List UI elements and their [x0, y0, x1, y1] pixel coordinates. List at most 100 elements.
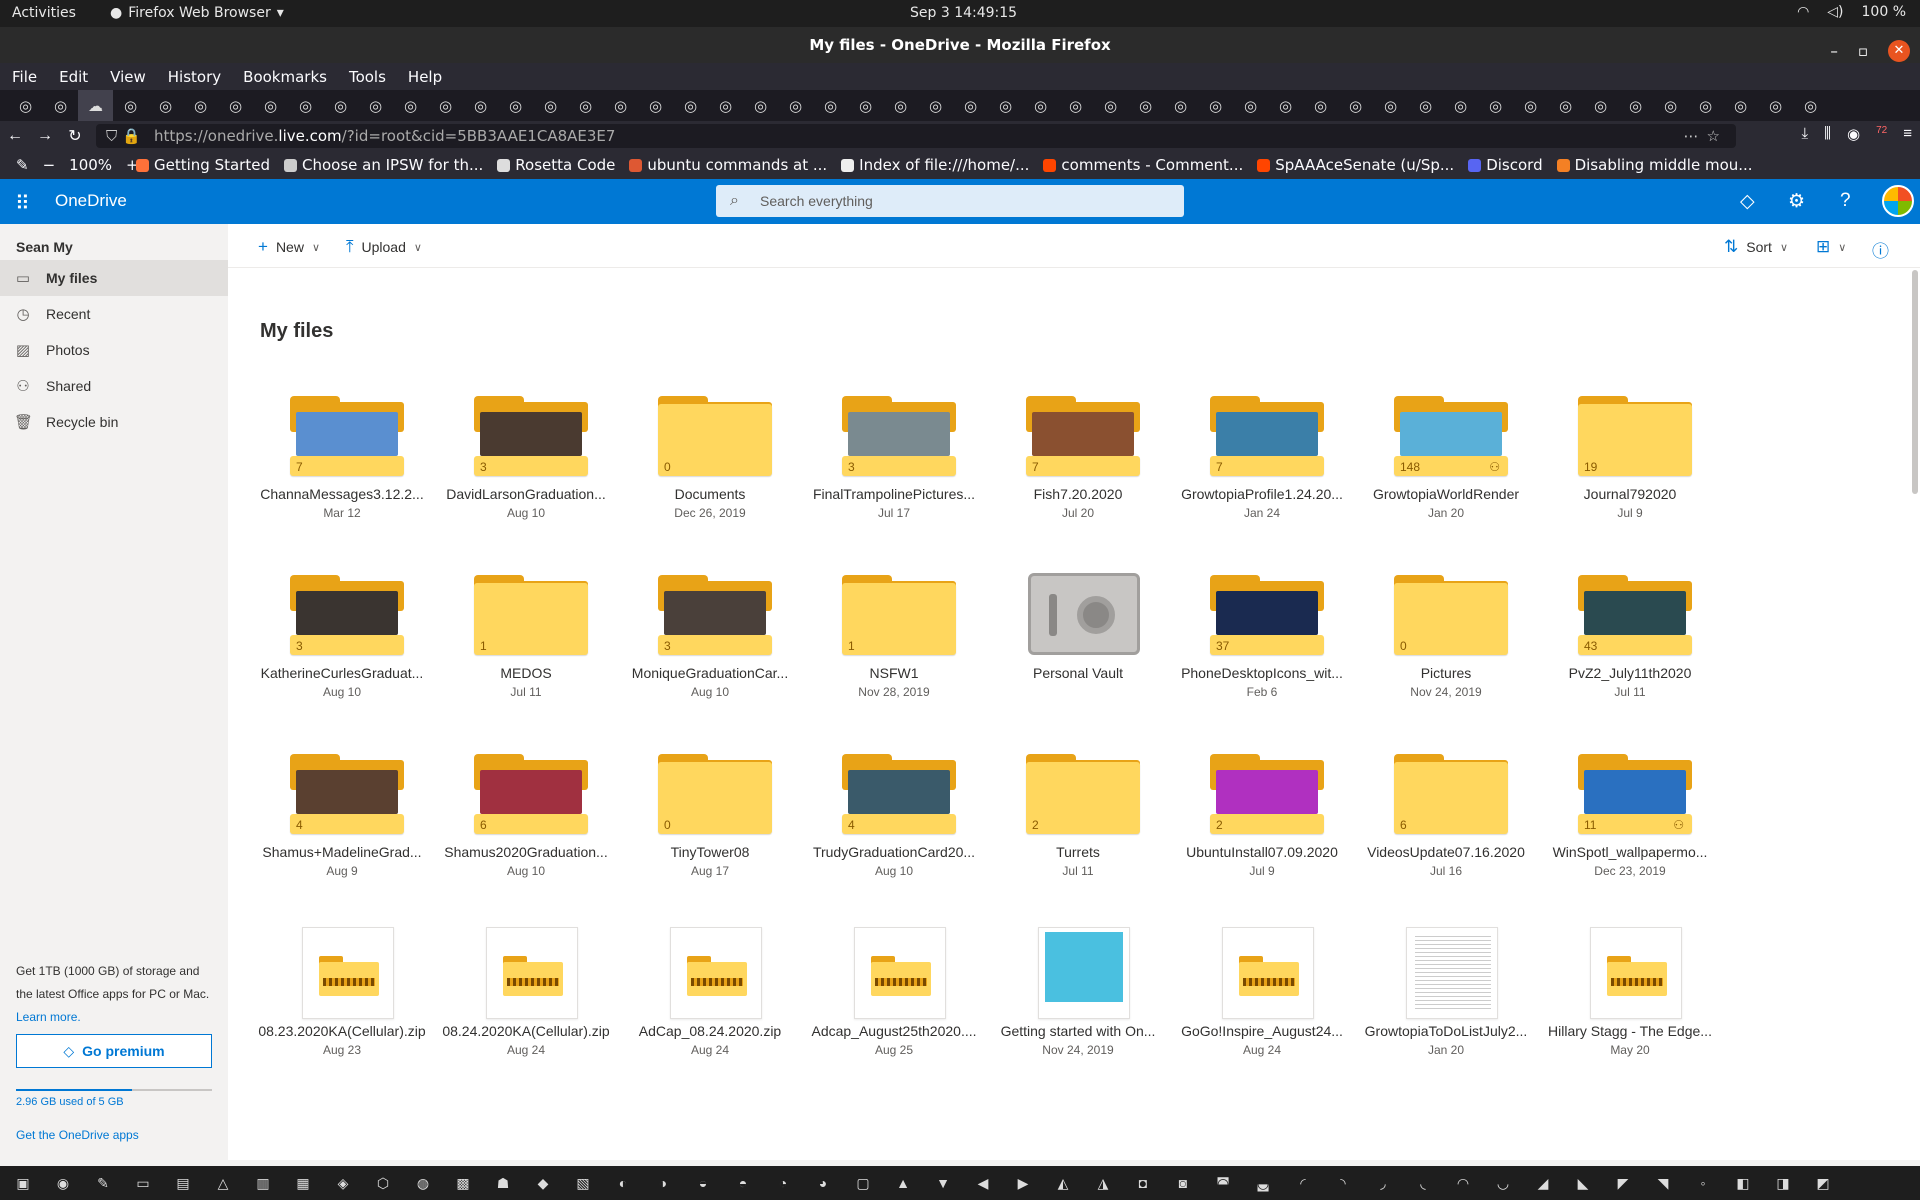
item-name[interactable]: GoGo!Inspire_August24... — [1176, 1023, 1348, 1039]
browser-tab-icon[interactable]: ◎ — [43, 90, 78, 121]
menu-bookmarks[interactable]: Bookmarks — [243, 68, 327, 86]
taskbar-app-icon[interactable]: ◭ — [1048, 1170, 1078, 1196]
download-icon[interactable]: ⤓ — [1801, 125, 1808, 143]
folder-tile[interactable]: 3 FinalTrampolinePictures... Jul 17 — [812, 374, 976, 540]
menu-help[interactable]: Help — [408, 68, 442, 86]
file-tile[interactable]: GrowtopiaToDoListJuly2... Jan 20 — [1364, 911, 1528, 1077]
browser-tab-icon[interactable]: ◎ — [1338, 90, 1373, 121]
folder-tile[interactable]: 3 MoniqueGraduationCar... Aug 10 — [628, 553, 792, 719]
folder-tile[interactable]: 3 DavidLarsonGraduation... Aug 10 — [444, 374, 608, 540]
browser-tab-icon[interactable]: ◎ — [183, 90, 218, 121]
item-name[interactable]: MoniqueGraduationCar... — [624, 665, 796, 681]
item-name[interactable]: WinSpotl_wallpapermo... — [1544, 844, 1716, 860]
browser-tab-icon[interactable]: ◎ — [1653, 90, 1688, 121]
taskbar-app-icon[interactable]: ▤ — [168, 1170, 198, 1196]
browser-tab-icon[interactable]: ◎ — [778, 90, 813, 121]
learn-more-link[interactable]: Learn more. — [16, 1010, 81, 1024]
taskbar-app-icon[interactable]: ⬡ — [368, 1170, 398, 1196]
taskbar-app-icon[interactable]: ◞ — [1368, 1170, 1398, 1196]
browser-tab-icon[interactable]: ◎ — [1513, 90, 1548, 121]
browser-tab-icon[interactable]: ◎ — [358, 90, 393, 121]
new-button[interactable]: + New ∨ — [258, 237, 320, 257]
taskbar-app-icon[interactable]: ◥ — [1648, 1170, 1678, 1196]
folder-tile[interactable]: 6 VideosUpdate07.16.2020 Jul 16 — [1364, 732, 1528, 898]
item-name[interactable]: Journal792020 — [1544, 486, 1716, 502]
taskbar-app-icon[interactable]: ▶ — [1008, 1170, 1038, 1196]
taskbar-app-icon[interactable]: ◩ — [1808, 1170, 1838, 1196]
taskbar-app-icon[interactable]: ◧ — [1728, 1170, 1758, 1196]
taskbar-app-icon[interactable]: ◈ — [328, 1170, 358, 1196]
sidebar-item-shared[interactable]: ⚇ Shared — [0, 368, 228, 404]
file-tile[interactable]: Getting started with On... Nov 24, 2019 — [996, 911, 1160, 1077]
upload-button[interactable]: ⤒ Upload ∨ — [346, 237, 422, 257]
taskbar-app-icon[interactable]: ◝ — [1328, 1170, 1358, 1196]
bookmark-item[interactable]: ubuntu commands at ... — [629, 156, 827, 174]
taskbar-app-icon[interactable]: ◠ — [1448, 1170, 1478, 1196]
folder-tile[interactable]: 148 ⚇ GrowtopiaWorldRender Jan 20 — [1364, 374, 1528, 540]
forward-icon[interactable]: → — [30, 127, 60, 145]
close-icon[interactable]: ✕ — [1888, 40, 1910, 62]
browser-tab-icon[interactable]: ◎ — [1373, 90, 1408, 121]
browser-tab-icon[interactable]: ◎ — [638, 90, 673, 121]
item-name[interactable]: MEDOS — [440, 665, 612, 681]
file-tile[interactable]: Hillary Stagg - The Edge... May 20 — [1548, 911, 1712, 1077]
taskbar-app-icon[interactable]: ◚ — [1208, 1170, 1238, 1196]
browser-tab-icon[interactable]: ◎ — [1233, 90, 1268, 121]
folder-tile[interactable]: 2 UbuntuInstall07.09.2020 Jul 9 — [1180, 732, 1344, 898]
folder-tile[interactable]: 2 Turrets Jul 11 — [996, 732, 1160, 898]
browser-tab-icon[interactable]: ◎ — [918, 90, 953, 121]
extension-badge[interactable]: 72 — [1876, 125, 1887, 143]
clock[interactable]: Sep 3 14:49:15 — [910, 5, 1017, 21]
bookmark-item[interactable]: Disabling middle mou... — [1556, 156, 1753, 174]
taskbar-app-icon[interactable]: ◤ — [1608, 1170, 1638, 1196]
browser-tab-icon[interactable]: ◎ — [1058, 90, 1093, 121]
browser-tab-icon[interactable]: ◎ — [288, 90, 323, 121]
browser-tab-icon[interactable]: ◎ — [953, 90, 988, 121]
sidebar-item-photos[interactable]: ▨ Photos — [0, 332, 228, 368]
folder-tile[interactable]: 7 GrowtopiaProfile1.24.20... Jan 24 — [1180, 374, 1344, 540]
browser-tab-icon[interactable]: ◎ — [1583, 90, 1618, 121]
browser-tab-icon[interactable]: ◎ — [1723, 90, 1758, 121]
account-icon[interactable]: ◉ — [1847, 125, 1860, 143]
browser-tab-icon[interactable]: ◎ — [813, 90, 848, 121]
taskbar-app-icon[interactable]: ◟ — [1408, 1170, 1438, 1196]
browser-tab-icon[interactable]: ◎ — [393, 90, 428, 121]
item-name[interactable]: AdCap_08.24.2020.zip — [624, 1023, 796, 1039]
info-button[interactable]: ⓘ — [1872, 237, 1889, 262]
menu-file[interactable]: File — [12, 68, 37, 86]
browser-tab-icon[interactable]: ◎ — [1163, 90, 1198, 121]
library-icon[interactable]: ⫼ — [1824, 125, 1831, 143]
scrollbar[interactable] — [1912, 270, 1918, 494]
item-name[interactable]: GrowtopiaProfile1.24.20... — [1176, 486, 1348, 502]
item-name[interactable]: Fish7.20.2020 — [992, 486, 1164, 502]
browser-tab-icon[interactable]: ◎ — [1443, 90, 1478, 121]
browser-tab-icon[interactable]: ◎ — [743, 90, 778, 121]
item-name[interactable]: PvZ2_July11th2020 — [1544, 665, 1716, 681]
hamburger-menu-icon[interactable]: ≡ — [1903, 125, 1912, 143]
folder-tile[interactable]: 1 MEDOS Jul 11 — [444, 553, 608, 719]
item-name[interactable]: Getting started with On... — [992, 1023, 1164, 1039]
item-name[interactable]: Turrets — [992, 844, 1164, 860]
item-name[interactable]: Shamus2020Graduation... — [440, 844, 612, 860]
bookmark-item[interactable]: SpAAAceSenate (u/Sp... — [1257, 156, 1454, 174]
browser-tab-icon[interactable]: ◎ — [1303, 90, 1338, 121]
taskbar-app-icon[interactable]: ◔ — [768, 1170, 798, 1196]
browser-tab-icon[interactable]: ◎ — [883, 90, 918, 121]
item-name[interactable]: Adcap_August25th2020.... — [808, 1023, 980, 1039]
taskbar-app-icon[interactable]: ◜ — [1288, 1170, 1318, 1196]
item-name[interactable]: Hillary Stagg - The Edge... — [1544, 1023, 1716, 1039]
browser-tab-icon[interactable]: ◎ — [603, 90, 638, 121]
item-name[interactable]: DavidLarsonGraduation... — [440, 486, 612, 502]
file-tile[interactable]: GoGo!Inspire_August24... Aug 24 — [1180, 911, 1344, 1077]
folder-tile[interactable]: 0 Pictures Nov 24, 2019 — [1364, 553, 1528, 719]
folder-tile[interactable]: 1 NSFW1 Nov 28, 2019 — [812, 553, 976, 719]
item-name[interactable]: TinyTower08 — [624, 844, 796, 860]
bookmark-item[interactable]: comments - Comment... — [1043, 156, 1243, 174]
browser-tab-icon[interactable]: ◎ — [218, 90, 253, 121]
taskbar-app-icon[interactable]: ▦ — [288, 1170, 318, 1196]
item-name[interactable]: 08.24.2020KA(Cellular).zip — [440, 1023, 612, 1039]
item-name[interactable]: Personal Vault — [992, 665, 1164, 681]
taskbar-app-icon[interactable]: ◆ — [528, 1170, 558, 1196]
back-icon[interactable]: ← — [0, 127, 30, 145]
browser-tab-icon[interactable]: ◎ — [988, 90, 1023, 121]
